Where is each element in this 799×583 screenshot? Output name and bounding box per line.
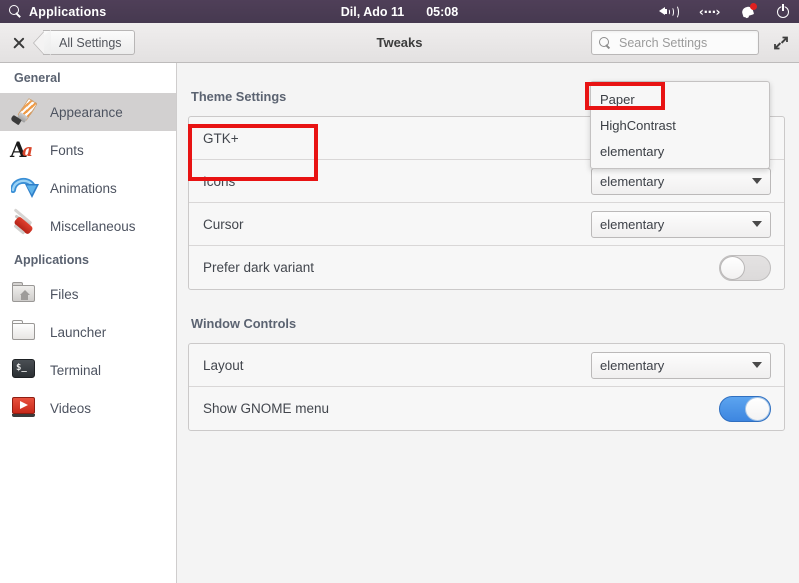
sidebar-item-label: Videos: [50, 400, 92, 416]
sidebar-item-fonts[interactable]: Aa Fonts: [0, 131, 176, 169]
sidebar-item-animations[interactable]: Animations: [0, 169, 176, 207]
chevron-down-icon: [752, 362, 762, 368]
toggle-knob: [720, 255, 745, 280]
headerbar-right-group: [591, 30, 789, 55]
dropdown-option-highcontrast[interactable]: HighContrast: [591, 112, 769, 138]
gtk-theme-dropdown-menu[interactable]: Paper HighContrast elementary: [590, 81, 770, 169]
layout-combobox[interactable]: elementary: [591, 351, 771, 379]
row-prefer-dark-variant[interactable]: Prefer dark variant: [189, 246, 784, 289]
home-folder-icon: [9, 279, 41, 309]
chevron-left-icon: [34, 32, 44, 54]
cursor-theme-combobox[interactable]: elementary: [591, 210, 771, 238]
sidebar-item-label: Terminal: [50, 362, 102, 378]
back-button-label: All Settings: [59, 35, 122, 50]
show-gnome-menu-toggle[interactable]: [719, 395, 771, 422]
chevron-down-icon: [752, 178, 762, 184]
window-headerbar: All Settings Tweaks: [0, 23, 799, 63]
sidebar-item-launcher[interactable]: Launcher: [0, 313, 176, 351]
sidebar-item-appearance[interactable]: Appearance: [0, 93, 176, 131]
notification-bell-icon[interactable]: [740, 2, 757, 20]
sidebar-item-terminal[interactable]: $_ Terminal: [0, 351, 176, 389]
all-settings-back-button[interactable]: All Settings: [32, 30, 135, 55]
volume-icon[interactable]: [658, 4, 679, 19]
applications-menu-button[interactable]: Applications: [29, 5, 106, 19]
pocket-knife-icon: [9, 208, 41, 241]
sidebar-item-label: Miscellaneous: [50, 218, 136, 234]
sidebar-item-label: Launcher: [50, 324, 107, 340]
search-icon: [599, 36, 611, 49]
row-label: Cursor: [203, 216, 244, 232]
paintbrush-icon: [9, 97, 41, 127]
sidebar-item-label: Animations: [50, 180, 117, 196]
combobox-value: elementary: [600, 357, 665, 373]
row-label: Show GNOME menu: [203, 401, 330, 416]
panel-date[interactable]: Dil, Ado 11: [341, 5, 404, 19]
combobox-value: elementary: [600, 216, 665, 232]
row-layout[interactable]: Layout elementary: [189, 344, 784, 387]
sidebar-item-label: Files: [50, 286, 79, 302]
fonts-icon: Aa: [10, 137, 34, 162]
dropdown-option-paper[interactable]: Paper: [591, 86, 769, 112]
row-label: Layout: [203, 357, 244, 373]
settings-sidebar[interactable]: General Appearance Aa Fonts Animations M…: [0, 63, 177, 583]
sidebar-item-label: Appearance: [50, 104, 123, 120]
dropdown-option-elementary[interactable]: elementary: [591, 138, 769, 164]
power-icon[interactable]: [776, 4, 791, 19]
terminal-icon-text: $_: [16, 363, 27, 373]
chevron-down-icon: [752, 221, 762, 227]
maximize-icon[interactable]: [773, 35, 789, 51]
window-controls-card: Layout elementary Show GNOME menu: [188, 343, 785, 431]
sidebar-group-title-applications: Applications: [14, 253, 90, 267]
row-label: Prefer dark variant: [203, 260, 315, 275]
sidebar-group-title-general: General: [14, 71, 61, 85]
search-settings-box[interactable]: [591, 30, 759, 55]
panel-time[interactable]: 05:08: [426, 5, 458, 19]
network-icon[interactable]: ‹∙∙∙›: [699, 5, 721, 19]
row-label: Icons: [203, 173, 236, 189]
sidebar-item-label: Fonts: [50, 142, 84, 158]
terminal-icon: $_: [9, 355, 41, 385]
icons-theme-combobox[interactable]: elementary: [591, 167, 771, 195]
section-title-window-controls: Window Controls: [191, 316, 297, 331]
sidebar-item-videos[interactable]: Videos: [0, 389, 176, 427]
sidebar-item-miscellaneous[interactable]: Miscellaneous: [0, 207, 176, 245]
prefer-dark-variant-toggle[interactable]: [719, 254, 771, 281]
row-show-gnome-menu[interactable]: Show GNOME menu: [189, 387, 784, 430]
panel-indicators: ‹∙∙∙›: [658, 0, 791, 23]
folder-icon: [9, 317, 41, 347]
row-label: GTK+: [203, 130, 239, 146]
panel-left-group: Applications: [0, 5, 106, 19]
row-cursor[interactable]: Cursor elementary: [189, 203, 784, 246]
animations-arrow-icon: [9, 173, 41, 203]
search-icon[interactable]: [9, 5, 22, 18]
system-panel: Applications Dil, Ado 11 05:08 ‹∙∙∙›: [0, 0, 799, 23]
video-player-icon: [9, 393, 41, 423]
toggle-knob: [745, 396, 770, 421]
combobox-value: elementary: [600, 173, 665, 189]
sidebar-item-files[interactable]: Files: [0, 275, 176, 313]
search-input[interactable]: [617, 34, 752, 51]
